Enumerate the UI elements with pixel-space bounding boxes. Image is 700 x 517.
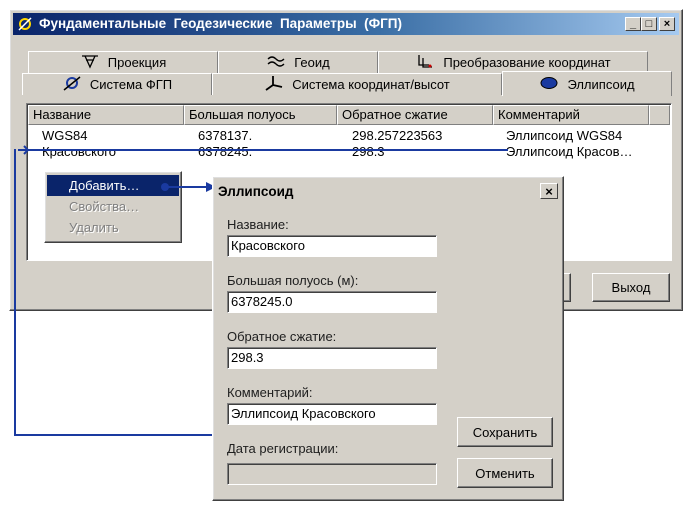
cell-inverse-flattening: 298.257223563 xyxy=(352,128,443,143)
ellipsoid-dialog: Эллипсоид × Название: Красовского Больша… xyxy=(212,176,564,501)
main-window-title: Фундаментальные Геодезические Параметры … xyxy=(39,16,403,31)
tab-coordinate-system[interactable]: Система координат/высот xyxy=(212,73,502,95)
cell-name: WGS84 xyxy=(42,128,88,143)
connector-line-left xyxy=(14,149,16,436)
column-header-filler xyxy=(649,105,670,125)
semi-major-axis-label: Большая полуось (м): xyxy=(227,273,359,288)
semi-major-axis-field[interactable]: 6378245.0 xyxy=(227,291,437,313)
column-header-inverse-flattening[interactable]: Обратное сжатие xyxy=(337,105,493,125)
tab-ellipsoid-label: Эллипсоид xyxy=(567,76,635,92)
tab-fgp-system[interactable]: Система ФГП xyxy=(22,73,212,95)
app-logo-icon xyxy=(17,16,33,32)
comment-label: Комментарий: xyxy=(227,385,313,400)
exit-button[interactable]: Выход xyxy=(592,273,670,302)
row-arrow-icon xyxy=(18,143,30,157)
name-field[interactable]: Красовского xyxy=(227,235,437,257)
tab-geoid[interactable]: Геоид xyxy=(218,51,378,73)
column-header-semi-major-axis[interactable]: Большая полуось xyxy=(184,105,337,125)
tab-geoid-label: Геоид xyxy=(294,55,330,70)
table-row[interactable]: Красовского 6378245. 298.3 Эллипсоид Кра… xyxy=(28,144,670,160)
cancel-button[interactable]: Отменить xyxy=(457,458,553,488)
inverse-flattening-field[interactable]: 298.3 xyxy=(227,347,437,369)
tab-projection-label: Проекция xyxy=(107,55,167,70)
tab-fgp-system-label: Система ФГП xyxy=(89,77,173,92)
projection-icon xyxy=(80,53,100,72)
registration-date-field[interactable] xyxy=(227,463,437,485)
tab-ellipsoid[interactable]: Эллипсоид xyxy=(502,71,672,96)
name-label: Название: xyxy=(227,217,289,232)
fgp-system-icon xyxy=(62,75,82,94)
menu-item-properties[interactable]: Свойства… xyxy=(47,196,179,217)
column-header-name[interactable]: Название xyxy=(28,105,184,125)
column-header-comment[interactable]: Комментарий xyxy=(493,105,649,125)
coordinate-transform-icon xyxy=(415,53,435,72)
menu-to-dialog-arrow xyxy=(160,180,220,194)
dialog-titlebar[interactable]: Эллипсоид × xyxy=(216,180,560,202)
tab-coordinate-transform[interactable]: Преобразование координат xyxy=(378,51,648,73)
maximize-button[interactable]: □ xyxy=(641,17,657,31)
inverse-flattening-label: Обратное сжатие: xyxy=(227,329,337,344)
cell-semi-major-axis: 6378137. xyxy=(198,128,253,143)
tab-projection[interactable]: Проекция xyxy=(28,51,218,73)
save-button[interactable]: Сохранить xyxy=(457,417,553,447)
tab-coordinate-system-label: Система координат/высот xyxy=(292,77,450,92)
main-window-titlebar[interactable]: Фундаментальные Геодезические Параметры … xyxy=(13,13,679,35)
cell-semi-major-axis: 6378245. xyxy=(198,144,253,159)
cell-comment: Эллипсоид WGS84 xyxy=(506,128,623,143)
comment-field[interactable]: Эллипсоид Красовского xyxy=(227,403,437,425)
cell-inverse-flattening: 298.3 xyxy=(352,144,385,159)
minimize-button[interactable]: _ xyxy=(625,17,641,31)
tab-coordinate-transform-label: Преобразование координат xyxy=(443,55,611,70)
registration-date-label: Дата регистрации: xyxy=(227,441,339,456)
close-button[interactable]: × xyxy=(659,17,675,31)
coordinate-axes-icon xyxy=(264,75,284,94)
connector-line-row xyxy=(18,149,508,151)
cell-name: Красовского xyxy=(42,144,116,159)
geoid-icon xyxy=(266,53,286,72)
menu-item-delete[interactable]: Удалить xyxy=(47,217,179,238)
table-row[interactable]: WGS84 6378137. 298.257223563 Эллипсоид W… xyxy=(28,128,670,144)
cell-comment: Эллипсоид Красов… xyxy=(506,144,633,159)
dialog-title: Эллипсоид xyxy=(218,184,294,199)
ellipsoid-icon xyxy=(539,76,559,93)
dialog-close-button[interactable]: × xyxy=(540,183,558,199)
